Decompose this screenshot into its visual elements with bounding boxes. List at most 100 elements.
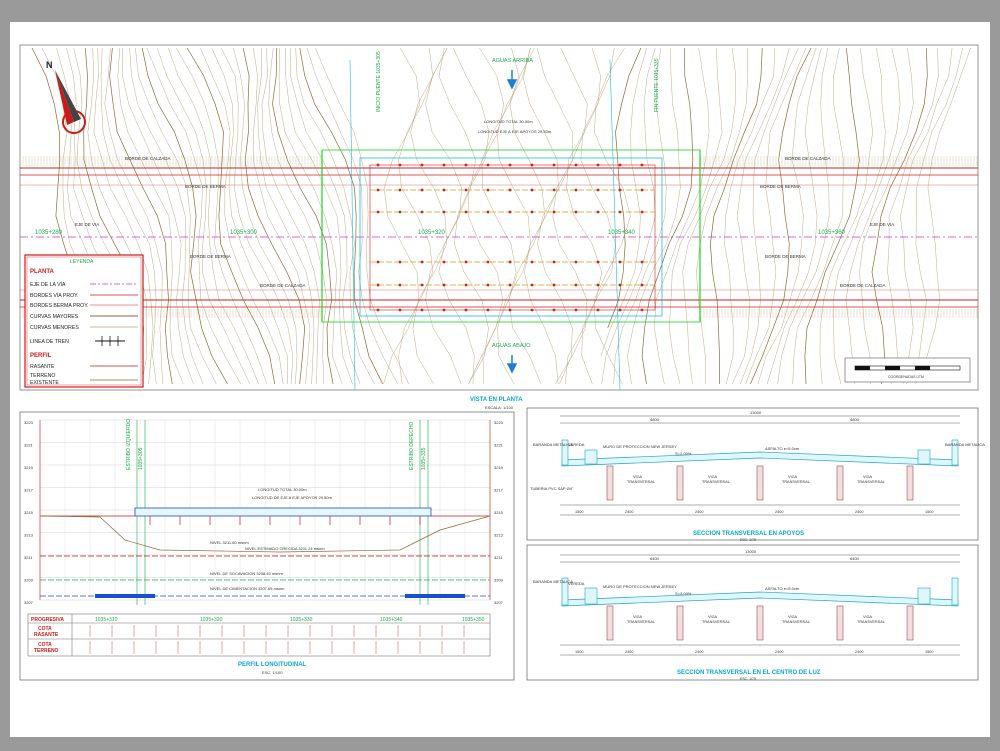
borde-calzada-label: BORDE DE CALZADA: [260, 283, 306, 288]
bridge-end-label: FIN PUENTE 1035+335: [654, 58, 660, 112]
svg-text:VIGA: VIGA: [633, 475, 643, 479]
svg-text:4800: 4800: [650, 417, 660, 422]
svg-text:TRANSVERSAL: TRANSVERSAL: [627, 480, 655, 484]
drawing-sheet: 1035+280 1035+300 1035+320 1035+340 1035…: [0, 0, 1000, 751]
svg-text:VEREDA: VEREDA: [568, 581, 585, 586]
svg-text:3211: 3211: [24, 555, 33, 560]
svg-text:VIGA: VIGA: [708, 475, 718, 479]
borde-berma-label: BORDE DE BERMA: [760, 184, 801, 189]
svg-text:3221: 3221: [24, 443, 34, 448]
borde-berma-label: BORDE DE BERMA: [190, 254, 231, 259]
svg-text:2400: 2400: [625, 650, 633, 654]
svg-text:TUBERIA PVC SAP Ø4": TUBERIA PVC SAP Ø4": [530, 486, 574, 491]
progressive-label: 1035+320: [418, 230, 446, 236]
svg-text:3219: 3219: [24, 465, 34, 470]
svg-text:S=2.00%: S=2.00%: [675, 591, 692, 596]
svg-text:TRANSVERSAL: TRANSVERSAL: [857, 480, 885, 484]
section-total: 13000: [745, 549, 757, 554]
station-label: 1035+340: [380, 617, 403, 623]
svg-text:VIGA: VIGA: [863, 475, 873, 479]
section-scale: ESC. 1/75: [740, 677, 756, 681]
estribo-left-label: 1035+305: [138, 447, 144, 470]
estribo-left-label: ESTRIBO IZQUIERDO: [126, 419, 132, 470]
svg-text:TRANSVERSAL: TRANSVERSAL: [782, 620, 810, 624]
legend-item: CURVAS MENORES: [30, 325, 79, 331]
svg-text:TRANSVERSAL: TRANSVERSAL: [702, 480, 730, 484]
profile-note: NIVEL DE CIMENTACION 3207.65 msnm: [210, 586, 285, 591]
svg-text:VIGA: VIGA: [788, 475, 798, 479]
profile-note: NIVEL DE SOCAVACION 3208.40 msnm: [210, 571, 284, 576]
svg-text:TRANSVERSAL: TRANSVERSAL: [857, 620, 885, 624]
station-label: 1035+320: [200, 617, 223, 623]
svg-text:MURO DE PROTECCION NEW JERSEY: MURO DE PROTECCION NEW JERSEY: [603, 444, 677, 449]
svg-text:N: N: [46, 60, 53, 70]
svg-text:ASFALTO e=5.0cm: ASFALTO e=5.0cm: [765, 446, 800, 451]
svg-text:1500: 1500: [575, 510, 583, 514]
station-label: 1035+330: [290, 617, 313, 623]
section-total: 13000: [750, 410, 762, 415]
svg-text:3215: 3215: [494, 510, 504, 515]
profile-note: LONGITUD DE EJE A EJE APOYOS 29.50m: [252, 495, 332, 500]
svg-text:2400: 2400: [775, 510, 783, 514]
svg-text:3207: 3207: [24, 600, 34, 605]
svg-text:VIGA: VIGA: [633, 615, 643, 619]
svg-text:VEREDA: VEREDA: [568, 442, 585, 447]
legend-planta: PLANTA: [30, 269, 55, 275]
longitudinal-profile: ESTRIBO IZQUIERDO 1035+305 ESTRIBO DEREC…: [19, 411, 515, 681]
svg-text:3223: 3223: [24, 420, 34, 425]
svg-text:3209: 3209: [24, 578, 34, 583]
svg-text:VIGA: VIGA: [788, 615, 798, 619]
svg-text:3215: 3215: [24, 510, 34, 515]
svg-text:2400: 2400: [775, 650, 783, 654]
svg-text:2400: 2400: [855, 510, 863, 514]
plan-scale: ESCALA: 1/100: [485, 405, 514, 410]
eje-via-label: EJE DE VIA: [75, 222, 99, 227]
plan-frame: [19, 44, 979, 391]
svg-text:VIGA: VIGA: [708, 615, 718, 619]
svg-text:ASFALTO e=5.0cm: ASFALTO e=5.0cm: [765, 586, 800, 591]
svg-text:3221: 3221: [494, 443, 504, 448]
legend-item: EJE DE LA VÍA: [30, 281, 66, 288]
section-title: SECCION TRANSVERSAL EN EL CENTRO DE LUZ: [677, 670, 821, 676]
borde-berma-label: BORDE DE BERMA: [185, 184, 226, 189]
profile-note: NIVEL 3211.80 msnm: [210, 540, 249, 545]
svg-text:6400: 6400: [650, 556, 660, 561]
table-row-label: PROGRESIVA: [31, 617, 64, 623]
section-title: SECCION TRANSVERSAL EN APOYOS: [693, 531, 804, 537]
progressive-label: 1035+340: [608, 230, 636, 236]
profile-title: PERFIL LONGITUDINAL: [238, 662, 307, 668]
svg-text:BARANDA METALICA: BARANDA METALICA: [945, 442, 985, 447]
legend-item: EXISTENTE: [30, 380, 59, 386]
svg-text:TRANSVERSAL: TRANSVERSAL: [702, 620, 730, 624]
svg-text:VIGA: VIGA: [863, 615, 873, 619]
svg-text:3217: 3217: [24, 488, 34, 493]
svg-text:3223: 3223: [494, 420, 504, 425]
borde-calzada-label: BORDE DE CALZADA: [785, 156, 831, 161]
borde-berma-label: BORDE DE BERMA: [765, 254, 806, 259]
progressive-label: 1035+300: [230, 230, 258, 236]
legend-item: BORDES VÍA PROY.: [30, 292, 78, 299]
svg-text:3217: 3217: [494, 488, 504, 493]
cross-section-supports: 13000 4800 4800 VIGATRANSVERSALVIGATRANS…: [526, 407, 985, 542]
svg-text:1500: 1500: [925, 650, 933, 654]
svg-text:S=2.00%: S=2.00%: [675, 451, 692, 456]
legend-title: LEYENDA: [70, 259, 94, 265]
svg-text:1500: 1500: [575, 650, 583, 654]
aguas-arriba-label: AGUAS ARRIBA: [492, 58, 533, 64]
svg-text:2400: 2400: [695, 650, 703, 654]
svg-text:2400: 2400: [855, 650, 863, 654]
legend-item: RASANTE: [30, 364, 55, 370]
svg-text:COORDENADAS UTM: COORDENADAS UTM: [888, 375, 924, 379]
legend-item: TERRENO: [30, 373, 55, 379]
plan-view: 1035+280 1035+300 1035+320 1035+340 1035…: [19, 44, 979, 410]
table-row-label: TERRENO: [34, 648, 59, 654]
svg-text:4800: 4800: [850, 417, 860, 422]
estribo-right-label: 1035+335: [421, 447, 427, 470]
borde-calzada-label: BORDE DE CALZADA: [125, 156, 171, 161]
svg-text:3219: 3219: [494, 465, 504, 470]
station-label: 1035+310: [95, 617, 118, 623]
profile-note: LONGITUD TOTAL 30.00m: [258, 487, 307, 492]
borde-calzada-label: BORDE DE CALZADA: [840, 283, 886, 288]
svg-text:MURO DE PROTECCION NEW JERSEY: MURO DE PROTECCION NEW JERSEY: [603, 584, 677, 589]
legend-item: LINEA DE TREN: [30, 339, 69, 345]
